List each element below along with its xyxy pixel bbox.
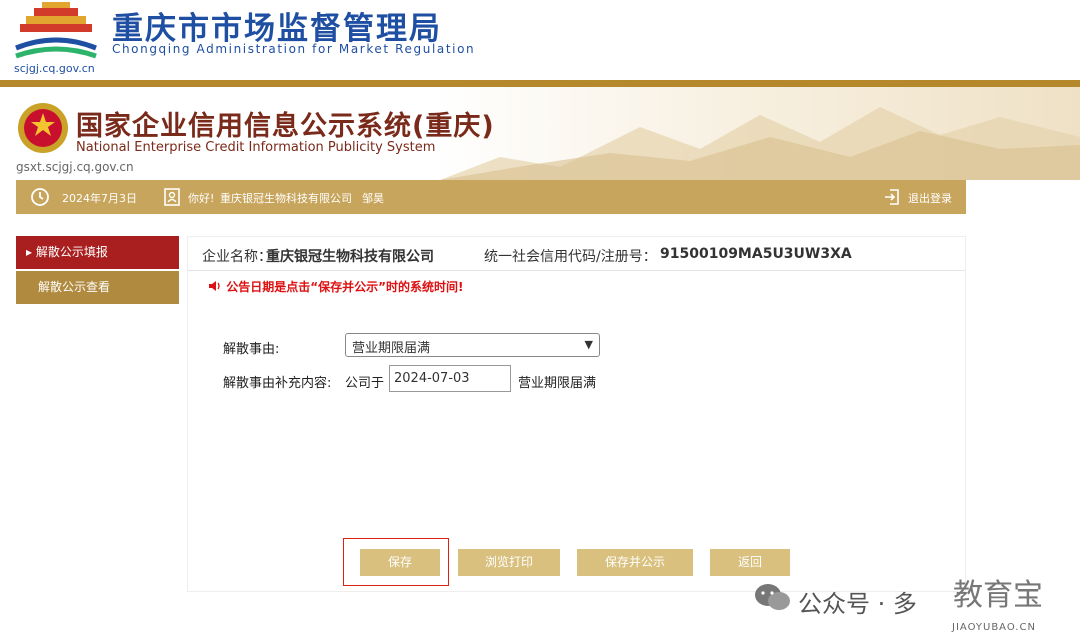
preview-print-button[interactable]: 浏览打印 [458, 549, 560, 576]
credit-code-label: 统一社会信用代码/注册号： [484, 249, 657, 265]
logout-icon[interactable] [882, 187, 902, 207]
reason-label: 解散事由: [223, 342, 280, 357]
sidebar-item-dissolution-fill[interactable]: ▸ 解散公示填报 [16, 236, 179, 269]
current-date: 2024年7月3日 [62, 192, 137, 205]
system-subtitle: National Enterprise Credit Information P… [76, 140, 436, 155]
reason-select[interactable]: 营业期限届满 ▼ [345, 333, 600, 357]
watermark-logo: 教育宝 [953, 578, 1043, 613]
logged-in-user: 邹昊 [362, 192, 384, 205]
sidebar-item-dissolution-view[interactable]: 解散公示查看 [16, 271, 179, 304]
supplement-label: 解散事由补充内容: [223, 376, 332, 391]
save-button[interactable]: 保存 [360, 549, 440, 576]
chevron-down-icon: ▼ [584, 338, 593, 351]
dissolution-date-input[interactable]: 2024-07-03 [389, 365, 511, 392]
logout-link[interactable]: 退出登录 [908, 190, 952, 206]
wechat-icon [755, 584, 790, 610]
system-title: 国家企业信用信息公示系统(重庆) [76, 111, 495, 142]
supplement-suffix: 营业期限届满 [518, 376, 597, 391]
system-header: 国家企业信用信息公示系统(重庆) National Enterprise Cre… [0, 87, 1080, 180]
watermark-text: 公众号 · 多 [798, 590, 917, 618]
company-info-header: 企业名称： 重庆银冠生物科技有限公司 统一社会信用代码/注册号： 9150010… [188, 237, 965, 271]
logged-in-company: 重庆银冠生物科技有限公司 [220, 192, 352, 205]
notice-text: 公告日期是点击“保存并公示”时的系统时间! [226, 280, 464, 294]
reason-selected-value: 营业期限届满 [352, 341, 431, 356]
agency-name-en: Chongqing Administration for Market Regu… [112, 42, 476, 56]
supplement-prefix: 公司于 [345, 376, 385, 391]
agency-domain: scjgj.cq.gov.cn [14, 62, 95, 75]
user-card-icon [164, 188, 180, 206]
divider [0, 80, 1080, 87]
tiananmen-logo-icon [15, 2, 97, 59]
agency-banner: 重庆市市场监督管理局 Chongqing Administration for … [0, 0, 1080, 80]
mountain-landscape-image [440, 107, 1080, 180]
company-name-value: 重庆银冠生物科技有限公司 [266, 249, 434, 265]
greeting-text: 你好! [188, 192, 215, 205]
speaker-icon [209, 281, 220, 291]
watermark-site: JIAOYUBAO.CN [952, 622, 1036, 633]
clock-icon [31, 188, 49, 206]
notice-message: 公告日期是点击“保存并公示”时的系统时间! [208, 278, 463, 295]
company-name-label: 企业名称： [202, 249, 272, 265]
watermark: 公众号 · 多 教育宝 JIAOYUBAO.CN [748, 576, 1080, 644]
info-bar: 2024年7月3日 你好! 重庆银冠生物科技有限公司 邹昊 退出登录 [16, 180, 966, 214]
credit-code-value: 91500109MA5U3UW3XA [660, 246, 852, 262]
save-publish-button[interactable]: 保存并公示 [577, 549, 693, 576]
form-panel: 企业名称： 重庆银冠生物科技有限公司 统一社会信用代码/注册号： 9150010… [187, 236, 966, 592]
system-domain: gsxt.scjgj.cq.gov.cn [16, 160, 134, 174]
national-emblem-icon [18, 103, 68, 153]
back-button[interactable]: 返回 [710, 549, 790, 576]
